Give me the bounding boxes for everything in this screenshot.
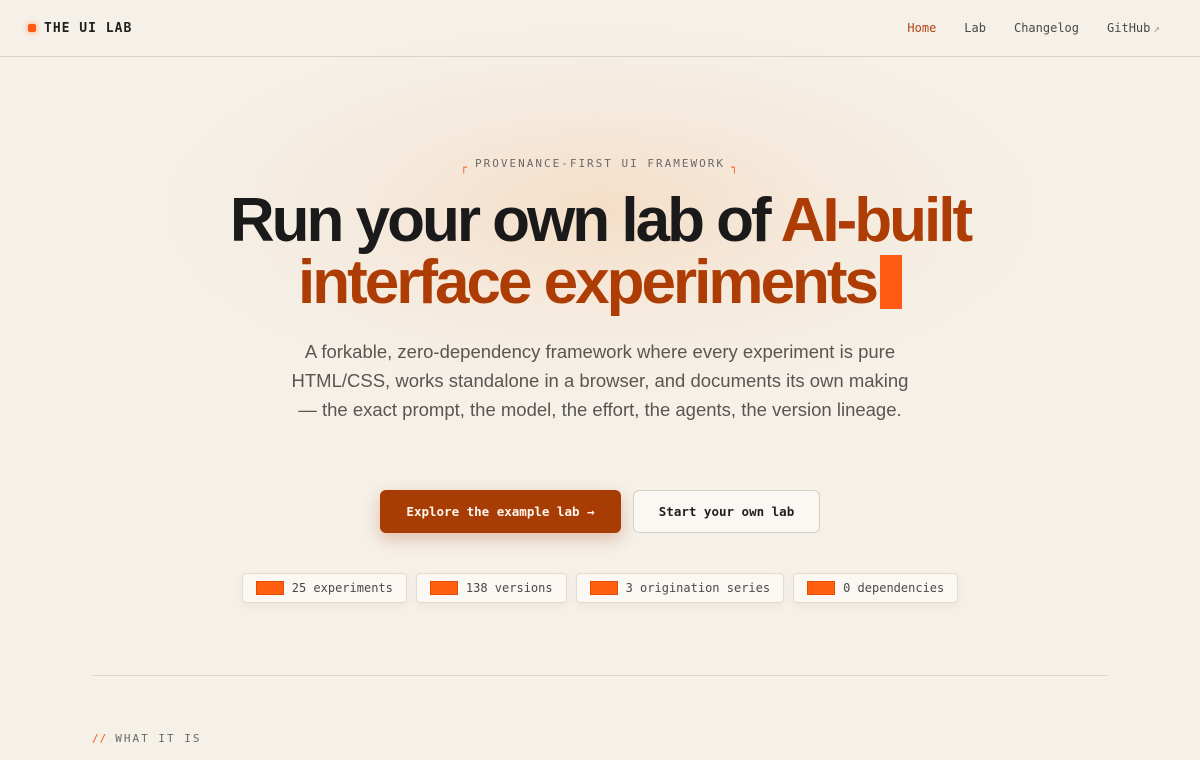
stats-row: 25 experiments 138 versions 3 originatio…: [0, 573, 1200, 603]
nav-item-changelog[interactable]: Changelog: [1014, 21, 1079, 35]
eyebrow-text: PROVENANCE-FIRST UI FRAMEWORK: [474, 157, 726, 170]
hero-title-plain: Run your own lab of: [229, 186, 781, 255]
text-cursor-icon: [879, 255, 902, 309]
stat-label: 138 versions: [465, 581, 553, 595]
hero-subtitle: A forkable, zero-dependency framework wh…: [291, 341, 909, 420]
nav-item-lab[interactable]: Lab: [964, 21, 986, 35]
section-divider: [92, 675, 1108, 676]
section-label-what-it-is: // WHAT IT IS: [92, 732, 201, 745]
external-link-icon: ↗: [1153, 22, 1160, 35]
top-nav-bar: THE UI LAB Home Lab Changelog GitHub ↗: [0, 0, 1200, 57]
nav-item-github[interactable]: GitHub ↗: [1107, 21, 1160, 35]
stat-bar-icon: [255, 581, 284, 595]
hero-title: Run your own lab of AI-built interface e…: [0, 190, 1200, 314]
brand-name: THE UI LAB: [44, 20, 133, 36]
stat-bar-icon: [429, 581, 458, 595]
bracket-right-icon: ┐: [731, 161, 740, 174]
nav-item-home[interactable]: Home: [907, 21, 936, 35]
stat-label: 25 experiments: [291, 581, 393, 595]
nav-item-github-label: GitHub: [1107, 21, 1151, 35]
stat-label: 0 dependencies: [843, 581, 945, 595]
stat-badge: 0 dependencies: [793, 573, 959, 603]
stat-bar-icon: [589, 581, 618, 595]
bracket-left-icon: ┌: [460, 161, 469, 174]
cta-row: Explore the example lab → Start your own…: [0, 490, 1200, 533]
section-label-text: WHAT IT IS: [115, 732, 202, 745]
stat-badge: 25 experiments: [241, 573, 407, 603]
explore-example-lab-button[interactable]: Explore the example lab →: [380, 490, 621, 533]
stat-label: 3 origination series: [625, 581, 771, 595]
hero-title-accent-1: AI-built: [780, 186, 973, 255]
stat-badge: 138 versions: [415, 573, 567, 603]
brand[interactable]: THE UI LAB: [28, 21, 132, 36]
start-own-lab-button[interactable]: Start your own lab: [633, 490, 820, 533]
main-nav: Home Lab Changelog GitHub ↗: [907, 21, 1160, 35]
hero-title-accent-2: interface experiments: [298, 248, 879, 317]
stat-badge: 3 origination series: [575, 573, 785, 603]
section-prefix: //: [92, 732, 108, 745]
hero-eyebrow: ┌ PROVENANCE-FIRST UI FRAMEWORK ┐: [0, 157, 1200, 174]
stat-bar-icon: [807, 581, 836, 595]
brand-dot-icon: [28, 24, 36, 32]
